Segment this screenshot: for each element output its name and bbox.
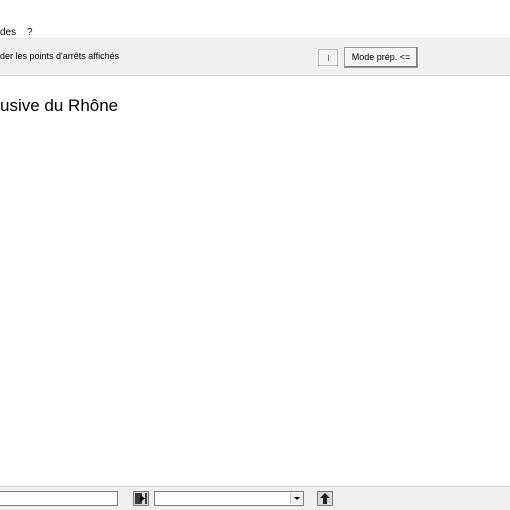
content-title: usive du Rhône: [0, 96, 119, 115]
menu-bar: des ?: [0, 0, 510, 38]
stop-search-input[interactable]: [0, 491, 118, 506]
arrow-up-icon[interactable]: [317, 491, 333, 506]
chevron-down-icon[interactable]: [290, 493, 302, 504]
toolbar-small-button[interactable]: [318, 49, 338, 66]
arrow-right-icon[interactable]: [133, 491, 149, 506]
app-window: des ? der les points d'arrêts affichés M…: [0, 0, 510, 510]
toolbar: der les points d'arrêts affichés Mode pr…: [0, 38, 510, 76]
toolbar-label: der les points d'arrêts affichés: [0, 51, 120, 61]
bottom-bar: [0, 486, 510, 510]
content-area: usive du Rhône: [0, 76, 510, 486]
separator-icon: [328, 55, 329, 61]
stop-combo-box[interactable]: [154, 491, 304, 506]
mode-prep-button[interactable]: Mode prép. <=: [344, 47, 418, 68]
